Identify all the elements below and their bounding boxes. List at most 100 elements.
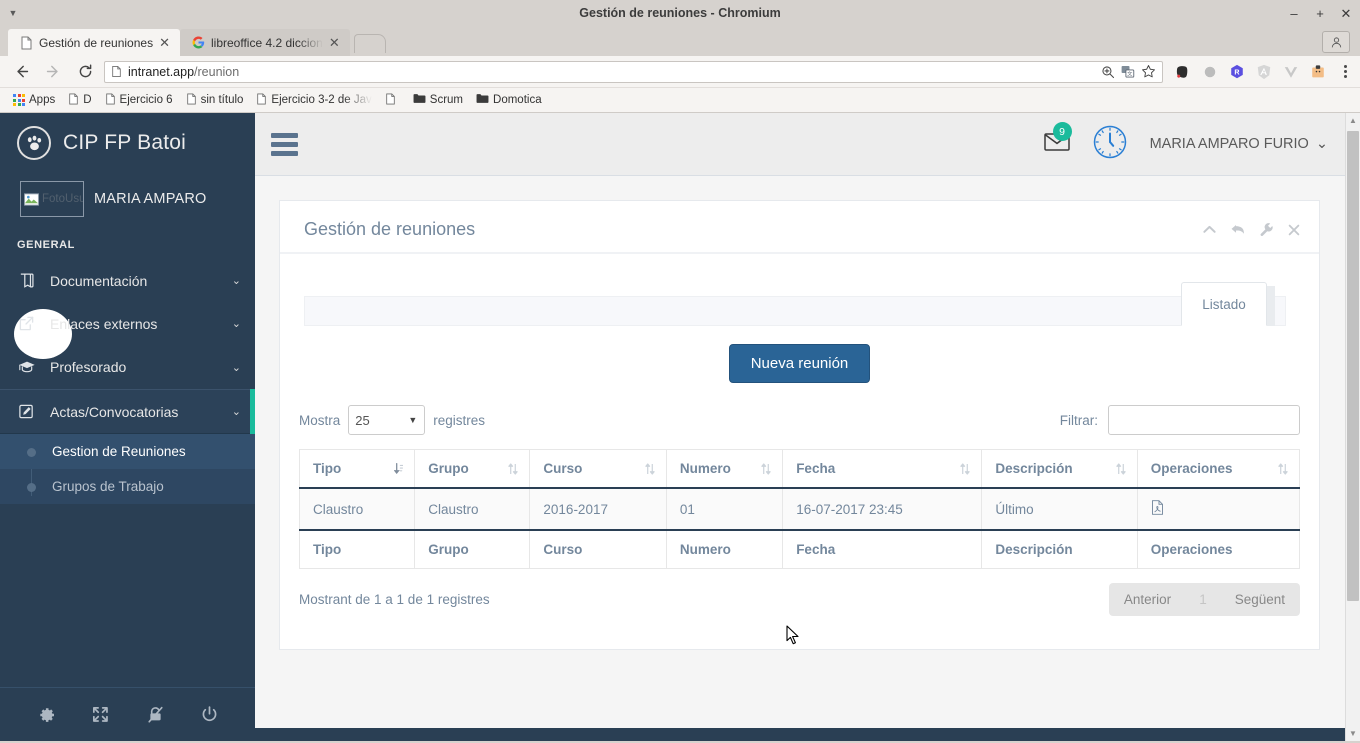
bookmark-item[interactable]: Ejercicio 6 [100, 91, 178, 110]
zoom-in-icon[interactable] [1101, 65, 1115, 79]
table-foot: Tipo Grupo Curso Numero Fecha Descripció… [298, 529, 1301, 569]
sidebar-item-gestion-de-reuniones[interactable]: Gestion de Reuniones [0, 434, 255, 469]
new-tab-button[interactable] [353, 34, 386, 53]
length-suffix-label: registres [433, 412, 486, 428]
address-bar[interactable]: intranet.app/reunion 文 [104, 60, 1163, 83]
sidebar-item-grupos-de-trabajo[interactable]: Grupos de Trabajo [0, 469, 255, 504]
page-icon [20, 36, 33, 50]
profile-avatar-button[interactable] [1322, 31, 1350, 53]
user-menu[interactable]: MARIA AMPARO FURIO ⌄ [1150, 136, 1328, 152]
reload-button[interactable] [72, 59, 98, 85]
messages-badge: 9 [1052, 122, 1072, 141]
datatable-length: Mostra 25 ▼ registres [299, 405, 485, 435]
column-label: Grupo [428, 461, 469, 476]
table-row[interactable]: Claustro Claustro 2016-2017 01 16-07-201… [298, 487, 1301, 531]
forward-button[interactable] [40, 59, 66, 85]
avatar-alt-text: FotoUsu [42, 193, 84, 205]
page-icon [68, 93, 79, 108]
angular-icon[interactable] [1255, 63, 1273, 81]
tab-listado-label: Listado [1202, 296, 1246, 312]
vertical-scrollbar[interactable]: ▲ ▼ [1345, 113, 1360, 741]
pagination-previous[interactable]: Anterior [1109, 583, 1186, 616]
bookmark-label: Ejercicio 6 [119, 94, 173, 106]
wrench-icon[interactable] [1259, 222, 1274, 237]
bookmark-item[interactable]: D [63, 91, 96, 110]
evernote-icon[interactable] [1174, 63, 1192, 81]
sidebar-subitem-label: Grupos de Trabajo [52, 479, 164, 494]
power-icon[interactable] [200, 705, 219, 724]
sidebar-item-actas-convocatorias[interactable]: Actas/Convocatorias ⌄ [0, 389, 255, 434]
pdf-file-icon[interactable] [1151, 500, 1164, 515]
bookmark-item[interactable]: sin título [181, 91, 249, 110]
window-maximize-button[interactable]: + [1314, 7, 1326, 20]
page-icon [186, 93, 197, 108]
hamburger-menu-icon[interactable] [271, 132, 298, 156]
browser-tab-1[interactable]: Gestión de reuniones ✕ [8, 29, 180, 56]
browser-menu-button[interactable] [1336, 65, 1352, 78]
back-button[interactable] [8, 59, 34, 85]
sidebar-section-label: GENERAL [17, 239, 75, 251]
vue-icon[interactable] [1282, 63, 1300, 81]
cell-tipo: Claustro [298, 487, 416, 531]
cell-descripcion: Último [981, 487, 1138, 531]
scroll-up-arrow-icon[interactable]: ▲ [1346, 113, 1360, 128]
browser-toolbar: intranet.app/reunion 文 R [0, 56, 1360, 88]
table-footer-row: Tipo Grupo Curso Numero Fecha Descripció… [298, 529, 1301, 569]
footer-curso: Curso [529, 529, 667, 569]
chevron-down-icon: ⌄ [231, 406, 241, 418]
column-header-tipo[interactable]: Tipo [298, 449, 416, 489]
fullscreen-icon[interactable] [91, 705, 110, 724]
lock-off-icon[interactable] [146, 705, 165, 724]
panel-header: Gestión de reuniones [280, 201, 1319, 254]
sort-icon [761, 462, 771, 475]
browser-tab-2[interactable]: libreoffice 4.2 diccion ✕ [179, 29, 350, 56]
sidebar-item-profesorado[interactable]: Profesorado ⌄ [0, 345, 255, 389]
nueva-reunion-button[interactable]: Nueva reunión [728, 344, 871, 383]
bookmark-apps-label: Apps [29, 94, 56, 106]
column-header-grupo[interactable]: Grupo [414, 449, 531, 489]
scroll-down-arrow-icon[interactable]: ▼ [1346, 726, 1360, 741]
sidebar-item-label: Profesorado [50, 359, 127, 375]
close-icon[interactable]: ✕ [159, 36, 170, 49]
bookmark-folder[interactable]: Scrum [408, 91, 468, 109]
r-hexagon-icon[interactable]: R [1228, 63, 1246, 81]
pagination-page-1[interactable]: 1 [1186, 583, 1220, 616]
collapse-icon[interactable] [1202, 222, 1217, 237]
bookmark-item[interactable] [380, 91, 405, 110]
filter-input[interactable] [1108, 405, 1300, 435]
brand[interactable]: CIP FP Batoi [0, 113, 255, 173]
scrollbar-thumb[interactable] [1347, 131, 1359, 601]
bookmark-item[interactable]: Ejercicio 3-2 de Jav [251, 91, 376, 110]
close-icon[interactable]: ✕ [329, 36, 340, 49]
sidebar-item-documentacion[interactable]: Documentación ⌄ [0, 259, 255, 302]
datatable-wrapper: Mostra 25 ▼ registres Filtrar: Tipo Grup… [280, 395, 1319, 638]
page-length-select[interactable]: 25 [348, 405, 426, 435]
google-icon [192, 36, 205, 50]
url-host: intranet.app [128, 64, 195, 79]
bookmark-star-icon[interactable] [1141, 64, 1156, 79]
sort-icon [1278, 462, 1288, 475]
tabstrip-background [304, 296, 1286, 326]
column-header-fecha[interactable]: Fecha [782, 449, 983, 489]
window-close-button[interactable]: ✕ [1340, 7, 1352, 20]
window-minimize-button[interactable]: – [1288, 7, 1300, 20]
cell-grupo: Claustro [414, 487, 531, 531]
close-icon[interactable] [1287, 223, 1301, 237]
column-header-curso[interactable]: Curso [529, 449, 667, 489]
column-header-numero[interactable]: Numero [665, 449, 784, 489]
column-header-descripcion[interactable]: Descripción [981, 449, 1138, 489]
settings-gear-icon[interactable] [36, 705, 56, 725]
pagination-next[interactable]: Següent [1220, 583, 1300, 616]
translate-icon[interactable]: 文 [1121, 65, 1135, 79]
messages-button[interactable]: 9 [1043, 122, 1072, 157]
bag-icon[interactable] [1309, 63, 1327, 81]
clock-button[interactable] [1092, 124, 1128, 165]
bookmark-apps[interactable]: Apps [8, 92, 60, 108]
sidebar-item-enlaces-externos[interactable]: Enlaces externos ⌄ [0, 302, 255, 345]
chevron-down-icon: ⌄ [231, 275, 241, 287]
bookmark-folder[interactable]: Domotica [471, 91, 547, 109]
gray-dot-icon[interactable] [1201, 63, 1219, 81]
column-header-operaciones[interactable]: Operaciones [1136, 449, 1301, 489]
reply-arrow-icon[interactable] [1230, 222, 1246, 237]
tab-listado[interactable]: Listado [1181, 282, 1267, 326]
